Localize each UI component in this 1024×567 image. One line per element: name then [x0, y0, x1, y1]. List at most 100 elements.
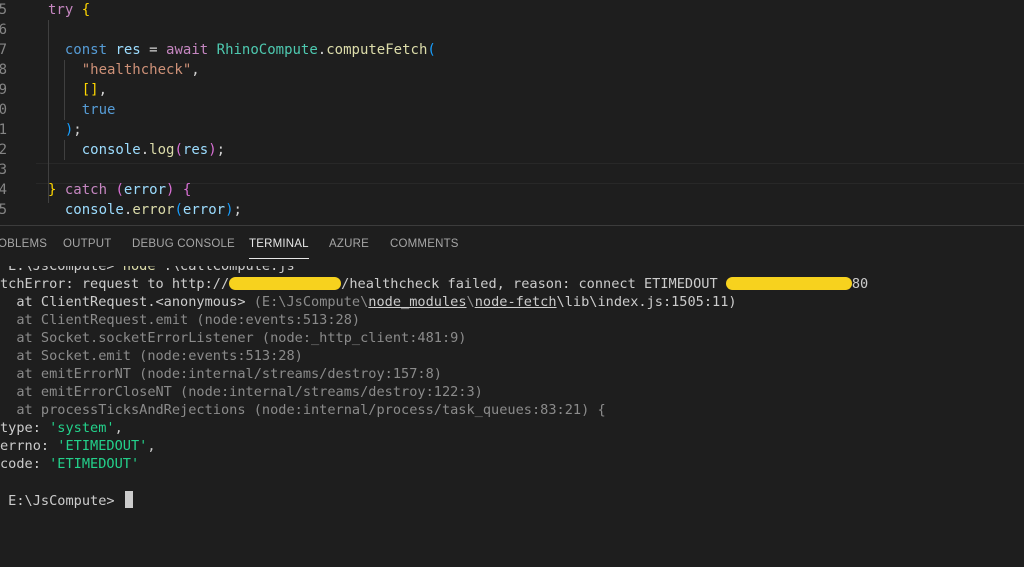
terminal-text: E:\JsCompute> [0, 266, 123, 274]
terminal-text: code: [0, 456, 50, 472]
line-number: 7 [0, 42, 7, 58]
terminal-line: at ClientRequest.emit (node:events:513:2… [0, 311, 1024, 329]
terminal-line: at ClientRequest.<anonymous> (E:\JsCompu… [0, 293, 1024, 311]
line-number: 3 [0, 162, 7, 178]
tab-problems[interactable]: OBLEMS [0, 226, 47, 263]
code-token: ( [174, 202, 183, 218]
line-number: 4 [0, 182, 7, 198]
line-number: 0 [0, 102, 7, 118]
code-token: catch [64, 182, 108, 198]
terminal-text: errno: [0, 438, 58, 454]
code-token: error [132, 202, 175, 218]
code-line[interactable]: 0 true [0, 100, 1024, 120]
tab-output[interactable]: OUTPUT [63, 226, 111, 263]
code-token: { [182, 182, 192, 198]
code-token: log [149, 142, 175, 158]
code-token: "healthcheck" [81, 62, 192, 78]
code-line[interactable]: 2 console.log(res); [0, 140, 1024, 160]
code-token: . [317, 42, 327, 58]
code-token: ) [208, 142, 217, 158]
terminal-text: type: [0, 420, 50, 436]
terminal-text: node-fetch [474, 294, 557, 310]
code-line[interactable]: 1 ); [0, 120, 1024, 140]
terminal-text: at emitErrorCloseNT (node:internal/strea… [0, 384, 483, 400]
tab-comments[interactable]: COMMENTS [390, 226, 459, 263]
terminal-line: at Socket.socketErrorListener (node:_htt… [0, 329, 1024, 347]
code-token: error [123, 182, 167, 198]
terminal-line: at emitErrorCloseNT (node:internal/strea… [0, 383, 1024, 401]
terminal-text: at ClientRequest.<anonymous> [0, 294, 254, 310]
code-token: const [64, 42, 108, 58]
code-text: } catch (error) { [48, 180, 191, 200]
code-token: . [140, 142, 150, 158]
terminal-text: E:\JsCompute> [0, 493, 123, 509]
code-text: "healthcheck", [48, 60, 200, 80]
terminal-text: .\callCompute.js [163, 266, 295, 274]
code-token: res [182, 142, 209, 158]
code-line[interactable]: 8 "healthcheck", [0, 60, 1024, 80]
tab-debug-console[interactable]: DEBUG CONSOLE [132, 226, 235, 263]
terminal-text: (E:\JsCompute\ [253, 294, 369, 310]
terminal-line: at Socket.emit (node:events:513:28) [0, 347, 1024, 365]
terminal-line: code: 'ETIMEDOUT' [0, 455, 1024, 473]
code-token: ( [115, 182, 124, 198]
code-token: , [98, 82, 108, 98]
line-number: 8 [0, 62, 7, 78]
code-token: computeFetch [326, 42, 428, 58]
code-line[interactable]: 5 console.error(error); [0, 200, 1024, 220]
code-line[interactable]: 4 } catch (error) { [0, 180, 1024, 200]
terminal-text: at Socket.socketErrorListener (node:_htt… [0, 330, 467, 346]
terminal-text: 'system' [49, 420, 115, 436]
terminal-text: at Socket.emit (node:events:513:28) [0, 348, 303, 364]
code-line[interactable]: 5 try { [0, 0, 1024, 20]
terminal-text: tchError: request to http:// [0, 276, 230, 292]
code-token: RhinoCompute [216, 42, 318, 58]
terminal-text: \ [466, 294, 475, 310]
code-line[interactable]: 7 const res = await RhinoCompute.compute… [0, 40, 1024, 60]
code-text: [], [48, 80, 107, 100]
tab-azure[interactable]: AZURE [329, 226, 369, 263]
line-number: 1 [0, 122, 7, 138]
terminal-text: /healthcheck failed, reason: connect ETI… [341, 276, 726, 292]
code-token: ; [73, 122, 82, 138]
line-number: 5 [0, 202, 7, 218]
code-token: res [115, 42, 141, 58]
bottom-panel: OBLEMS OUTPUT DEBUG CONSOLE TERMINAL AZURE CO… [0, 225, 1024, 567]
tab-terminal[interactable]: TERMINAL [249, 226, 309, 263]
code-token: [] [81, 82, 99, 98]
terminal-text: node_modules [368, 294, 467, 310]
terminal-line: E:\JsCompute> node .\callCompute.js [0, 266, 1024, 275]
code-token: console [81, 142, 141, 158]
terminal-line: tchError: request to http:// /healthcheck… [0, 275, 1024, 293]
redaction-mark [725, 277, 852, 290]
code-token: await [166, 42, 209, 58]
code-token: error [182, 202, 226, 218]
terminal-line: at emitErrorNT (node:internal/streams/de… [0, 365, 1024, 383]
code-text: console.error(error); [48, 200, 242, 220]
code-token: console [64, 202, 124, 218]
terminal-text: 80 [851, 276, 869, 292]
code-editor[interactable]: 5 try { 6 7 const res = await RhinoCompute.… [0, 0, 1024, 225]
code-line[interactable]: 9 [], [0, 80, 1024, 100]
code-text: const res = await RhinoCompute.computeFe… [48, 40, 436, 60]
code-token: ( [174, 142, 183, 158]
line-number: 6 [0, 22, 7, 38]
terminal-line: type: 'system', [0, 419, 1024, 437]
code-line[interactable]: 6 [0, 20, 1024, 40]
terminal-line: E:\JsCompute> [0, 491, 1024, 509]
terminal-output[interactable]: E:\JsCompute> node .\callCompute.js tchEr… [0, 266, 1024, 566]
code-token: true [81, 102, 116, 118]
code-text: true [48, 100, 116, 120]
terminal-cursor [124, 491, 133, 508]
terminal-text: 'ETIMEDOUT' [49, 456, 140, 472]
code-line[interactable]: 3 [0, 160, 1024, 180]
code-token: ( [427, 42, 436, 58]
